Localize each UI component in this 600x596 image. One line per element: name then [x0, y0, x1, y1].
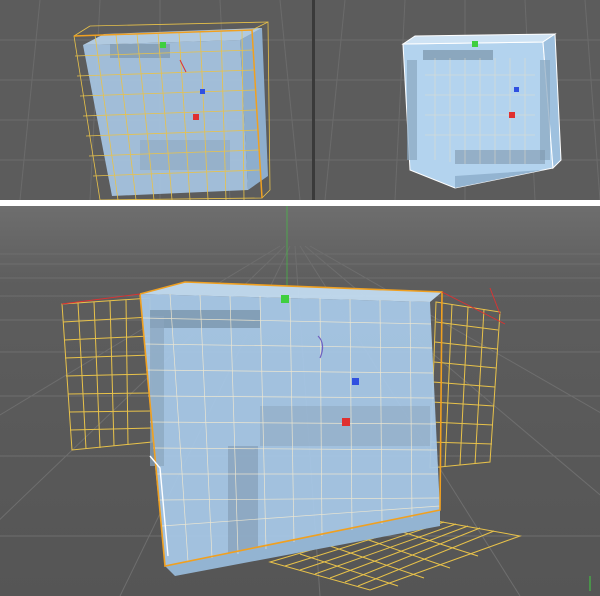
cube-object[interactable] — [140, 282, 442, 576]
blue-handle[interactable] — [200, 89, 205, 94]
glass-cube[interactable] — [401, 33, 562, 189]
green-handle[interactable] — [160, 42, 166, 48]
blue-handle[interactable] — [352, 378, 359, 385]
viewport-top-right-canvas[interactable] — [315, 0, 600, 200]
blue-handle[interactable] — [514, 87, 519, 92]
green-handle[interactable] — [472, 41, 478, 47]
viewport-top-right[interactable] — [315, 0, 600, 200]
viewport-perspective[interactable] — [0, 206, 600, 596]
red-handle[interactable] — [342, 418, 350, 426]
red-handle[interactable] — [193, 114, 199, 120]
viewport-perspective-canvas[interactable] — [0, 206, 600, 596]
viewport-top-left[interactable] — [0, 0, 312, 200]
green-handle[interactable] — [281, 295, 289, 303]
viewport-top-left-canvas[interactable] — [0, 0, 312, 200]
red-handle[interactable] — [509, 112, 515, 118]
